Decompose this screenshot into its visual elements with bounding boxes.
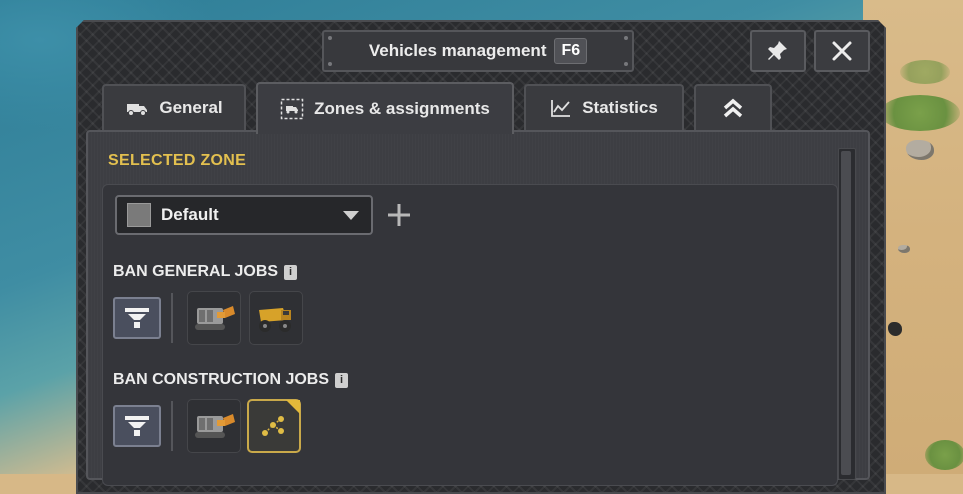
zone-settings-box: Default BAN GENERAL JOBS i BAN CONSTRUCT… [102,184,838,486]
filter-construction-jobs-button[interactable] [113,405,161,447]
truck-icon [127,104,148,116]
zone-color-swatch [127,203,151,227]
excavator-vehicle-icon [195,414,235,438]
tab-statistics-label: Statistics [582,98,658,117]
zone-select-value: Default [161,205,219,224]
grass-patch [925,440,963,470]
tab-general[interactable]: General [102,84,246,130]
rock [888,322,902,336]
ban-general-jobs-text: BAN GENERAL JOBS [113,263,279,280]
selected-zone-heading: SELECTED ZONE [108,152,247,169]
info-icon[interactable]: i [335,372,349,388]
filter-icon [125,308,149,328]
tab-statistics[interactable]: Statistics [524,84,684,130]
grass-patch [900,60,950,84]
rock [898,245,910,253]
filter-icon [125,416,149,436]
network-nodes-icon [262,416,284,436]
close-icon [832,41,852,61]
mining-truck-vehicle-icon [259,308,291,332]
grass-patch [880,95,960,131]
ban-construction-jobs-text: BAN CONSTRUCTION JOBS [113,371,330,388]
divider [171,293,173,343]
chevron-down-icon [343,210,359,220]
hotkey-badge: F6 [554,38,588,64]
close-button[interactable] [814,30,870,72]
vehicle-toggle-excavator[interactable] [187,291,241,345]
tab-zones-assignments[interactable]: Zones & assignments [256,82,514,134]
pin-icon [768,41,787,60]
zones-assignments-panel: SELECTED ZONE Default BAN GENERAL JOBS i [86,130,870,486]
ban-construction-jobs-label: BAN CONSTRUCTION JOBS i [113,371,349,389]
rock [906,140,934,160]
window-title-plate: Vehicles management F6 [322,30,634,72]
tab-more[interactable] [694,84,772,130]
info-icon[interactable]: i [284,264,298,280]
vehicle-toggle-drone[interactable] [247,399,301,453]
double-chevron-up-icon [723,98,743,118]
zone-select-dropdown[interactable]: Default [115,195,373,235]
vehicle-toggle-excavator[interactable] [187,399,241,453]
divider [171,401,173,451]
ban-general-jobs-label: BAN GENERAL JOBS i [113,263,298,281]
add-zone-button[interactable] [385,201,413,229]
chart-icon [551,100,571,117]
vehicle-toggle-mining-truck[interactable] [249,291,303,345]
zone-truck-icon [280,98,304,120]
filter-general-jobs-button[interactable] [113,297,161,339]
window-title: Vehicles management [368,41,547,60]
scrollbar-thumb[interactable] [841,151,851,475]
excavator-vehicle-icon [195,306,235,330]
scrollbar[interactable] [838,148,856,480]
tab-general-label: General [159,98,223,117]
tab-zones-label: Zones & assignments [314,99,490,118]
pin-button[interactable] [750,30,806,72]
